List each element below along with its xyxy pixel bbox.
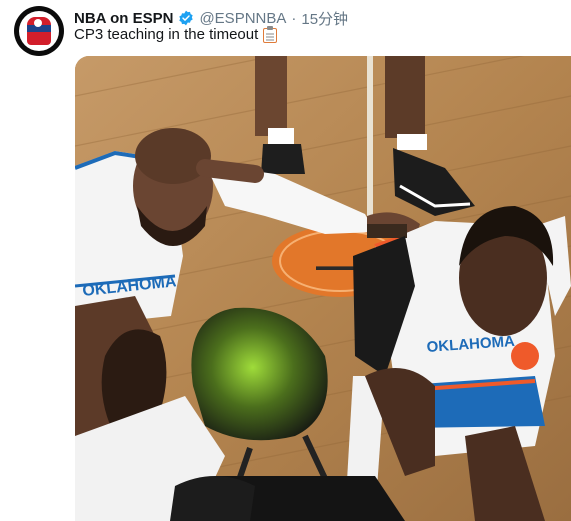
espn-nba-logo-icon — [19, 11, 59, 51]
clipboard-emoji-icon — [263, 26, 278, 43]
verified-badge-icon — [178, 10, 194, 26]
separator-dot: · — [291, 9, 297, 27]
author-name[interactable]: NBA on ESPN — [74, 10, 173, 27]
profile-avatar[interactable] — [14, 6, 64, 56]
tweet-media-image[interactable]: ▬▬▬▬ OKLAHOMA OKLAHOMA — [75, 56, 571, 521]
tweet-body: CP3 teaching in the timeout — [74, 26, 278, 43]
author-handle[interactable]: @ESPNNBA — [199, 10, 286, 27]
tweet-text: CP3 teaching in the timeout — [74, 26, 259, 43]
tweet-timestamp[interactable]: 15分钟 — [301, 8, 348, 29]
